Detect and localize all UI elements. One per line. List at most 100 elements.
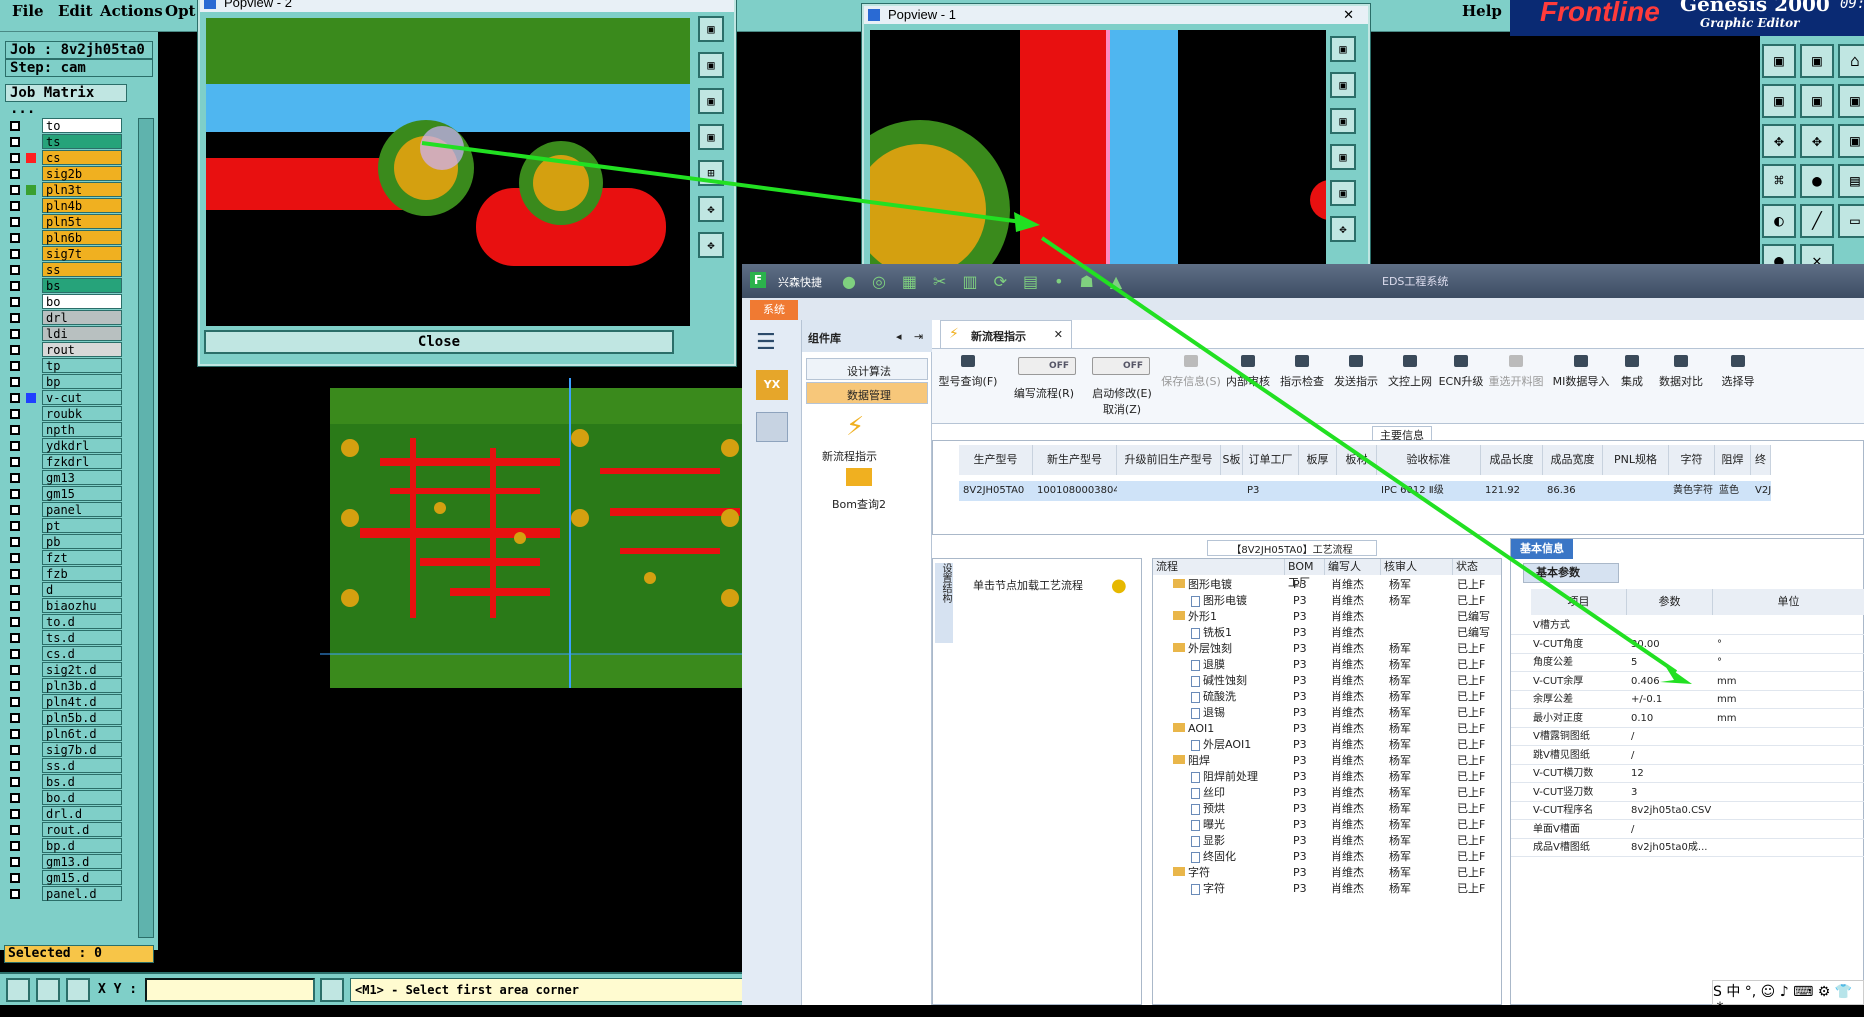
flow-row[interactable]: 图形电镀 P3 肖维杰 杨军 已上F: [1153, 577, 1501, 593]
popview-tool-7-icon[interactable]: ✥: [698, 232, 724, 258]
ribbon-select[interactable]: 选择导: [1710, 355, 1766, 389]
calculator-icon[interactable]: [756, 412, 788, 442]
tool-o-icon[interactable]: ▭: [1838, 204, 1864, 238]
layer-checkbox[interactable]: [10, 137, 20, 147]
layer-checkbox[interactable]: [10, 537, 20, 547]
flow-row[interactable]: 硫酸洗 P3 肖维杰 杨军 已上F: [1153, 689, 1501, 705]
layer-checkbox[interactable]: [10, 489, 20, 499]
layer-row[interactable]: cs.d: [6, 646, 124, 662]
flow-row[interactable]: 铣板1 P3 肖维杰 已编写: [1153, 625, 1501, 641]
layer-row[interactable]: bs: [6, 278, 124, 294]
layer-row[interactable]: ts.d: [6, 630, 124, 646]
flow-row[interactable]: 外层AOI1 P3 肖维杰 杨军 已上F: [1153, 737, 1501, 753]
tool-c-icon[interactable]: ⌂: [1838, 44, 1864, 78]
grid-cell[interactable]: [1603, 481, 1669, 501]
ribbon-internal-review[interactable]: 内部审核: [1222, 355, 1274, 389]
layer-row[interactable]: gm13: [6, 470, 124, 486]
flow-row[interactable]: 外形1 P3 肖维杰 已编写: [1153, 609, 1501, 625]
layer-name[interactable]: ldi: [42, 326, 122, 341]
layer-checkbox[interactable]: [10, 249, 20, 259]
tool-d-icon[interactable]: ▣: [1762, 84, 1796, 118]
layer-row[interactable]: fzb: [6, 566, 124, 582]
layer-row[interactable]: bp: [6, 374, 124, 390]
basic-row[interactable]: V槽方式: [1511, 617, 1864, 635]
layer-name[interactable]: biaozhu: [42, 598, 122, 613]
tool-l-icon[interactable]: ▤: [1838, 164, 1864, 198]
eds-titlebar[interactable]: F 兴森快捷 ●◎▦✂▥⟳▤•☗▲ EDS工程系统: [742, 264, 1864, 298]
popview-1-tool-1-icon[interactable]: ▣: [1330, 36, 1356, 62]
grid-cell[interactable]: 8V2JH05TA0: [959, 481, 1033, 501]
layer-checkbox[interactable]: [10, 681, 20, 691]
layer-name[interactable]: ss.d: [42, 758, 122, 773]
grid-header[interactable]: 终: [1751, 445, 1771, 475]
layer-row[interactable]: bo: [6, 294, 124, 310]
layer-checkbox[interactable]: [10, 521, 20, 531]
basic-row[interactable]: 跳V槽见图纸 /: [1511, 747, 1864, 765]
layer-checkbox[interactable]: [10, 665, 20, 675]
layer-name[interactable]: gm13.d: [42, 854, 122, 869]
popview-tool-2-icon[interactable]: ▣: [698, 52, 724, 78]
popview-2-canvas[interactable]: [206, 18, 690, 326]
layer-row[interactable]: drl: [6, 310, 124, 326]
layer-name[interactable]: pln4t.d: [42, 694, 122, 709]
grid-header[interactable]: 成品宽度: [1543, 445, 1603, 475]
pin-icon[interactable]: ⇥: [914, 330, 923, 343]
layer-row[interactable]: pln6b: [6, 230, 124, 246]
layer-row[interactable]: roubk: [6, 406, 124, 422]
doc-tab[interactable]: ⚡ 新流程指示 ✕: [940, 320, 1072, 348]
grid-header[interactable]: 订单工厂: [1243, 445, 1299, 475]
popview-tool-5-icon[interactable]: ⊞: [698, 160, 724, 186]
layer-checkbox[interactable]: [10, 185, 20, 195]
flow-row[interactable]: 曝光 P3 肖维杰 杨军 已上F: [1153, 817, 1501, 833]
layer-name[interactable]: v-cut: [42, 390, 122, 405]
grid-icon[interactable]: [66, 978, 90, 1002]
layer-checkbox[interactable]: [10, 649, 20, 659]
layer-name[interactable]: bo.d: [42, 790, 122, 805]
layer-checkbox[interactable]: [10, 377, 20, 387]
layer-name[interactable]: ts: [42, 134, 122, 149]
flow-row[interactable]: 阻焊 P3 肖维杰 杨军 已上F: [1153, 753, 1501, 769]
basic-row[interactable]: 最小对正度 0.10 mm: [1511, 710, 1864, 728]
layer-checkbox[interactable]: [10, 345, 20, 355]
basic-row[interactable]: V-CUT竖刀数 3: [1511, 784, 1864, 802]
layer-checkbox[interactable]: [10, 233, 20, 243]
layer-name[interactable]: drl: [42, 310, 122, 325]
toggle-write[interactable]: OFF: [1018, 357, 1076, 375]
layer-row[interactable]: panel: [6, 502, 124, 518]
xy-input[interactable]: [145, 978, 315, 1002]
layer-row[interactable]: v-cut: [6, 390, 124, 406]
layer-name[interactable]: sig2b: [42, 166, 122, 181]
hamburger-icon[interactable]: ☰: [756, 330, 776, 355]
layer-row[interactable]: drl.d: [6, 806, 124, 822]
grid-header[interactable]: PNL规格: [1603, 445, 1669, 475]
layer-name[interactable]: ss: [42, 262, 122, 277]
grid-cell[interactable]: IPC 6012 Ⅱ级: [1377, 481, 1481, 501]
basic-params-tab[interactable]: 基本参数: [1523, 563, 1619, 583]
layer-row[interactable]: gm15.d: [6, 870, 124, 886]
layer-row[interactable]: pln4b: [6, 198, 124, 214]
layer-name[interactable]: bs: [42, 278, 122, 293]
grid-header[interactable]: S板: [1221, 445, 1243, 475]
layer-checkbox[interactable]: [10, 617, 20, 627]
layer-checkbox[interactable]: [10, 297, 20, 307]
flow-row[interactable]: 丝印 P3 肖维杰 杨军 已上F: [1153, 785, 1501, 801]
layer-checkbox[interactable]: [10, 633, 20, 643]
layer-name[interactable]: pln6b: [42, 230, 122, 245]
pcb-canvas[interactable]: [320, 378, 760, 688]
layer-checkbox[interactable]: [10, 857, 20, 867]
layer-row[interactable]: gm15: [6, 486, 124, 502]
grid-header[interactable]: 阻焊: [1715, 445, 1751, 475]
flow-row[interactable]: AOI1 P3 肖维杰 杨军 已上F: [1153, 721, 1501, 737]
layer-row[interactable]: rout: [6, 342, 124, 358]
layer-name[interactable]: fzb: [42, 566, 122, 581]
layer-name[interactable]: rout.d: [42, 822, 122, 837]
layer-row[interactable]: bo.d: [6, 790, 124, 806]
flow-header[interactable]: 核审人: [1381, 559, 1453, 575]
chevron-left-icon[interactable]: ◂: [896, 330, 902, 343]
layer-name[interactable]: to: [42, 118, 122, 133]
layer-row[interactable]: cs: [6, 150, 124, 166]
layer-checkbox[interactable]: [10, 201, 20, 211]
toggle-modify[interactable]: OFF: [1092, 357, 1150, 375]
layer-checkbox[interactable]: [10, 777, 20, 787]
layer-row[interactable]: rout.d: [6, 822, 124, 838]
